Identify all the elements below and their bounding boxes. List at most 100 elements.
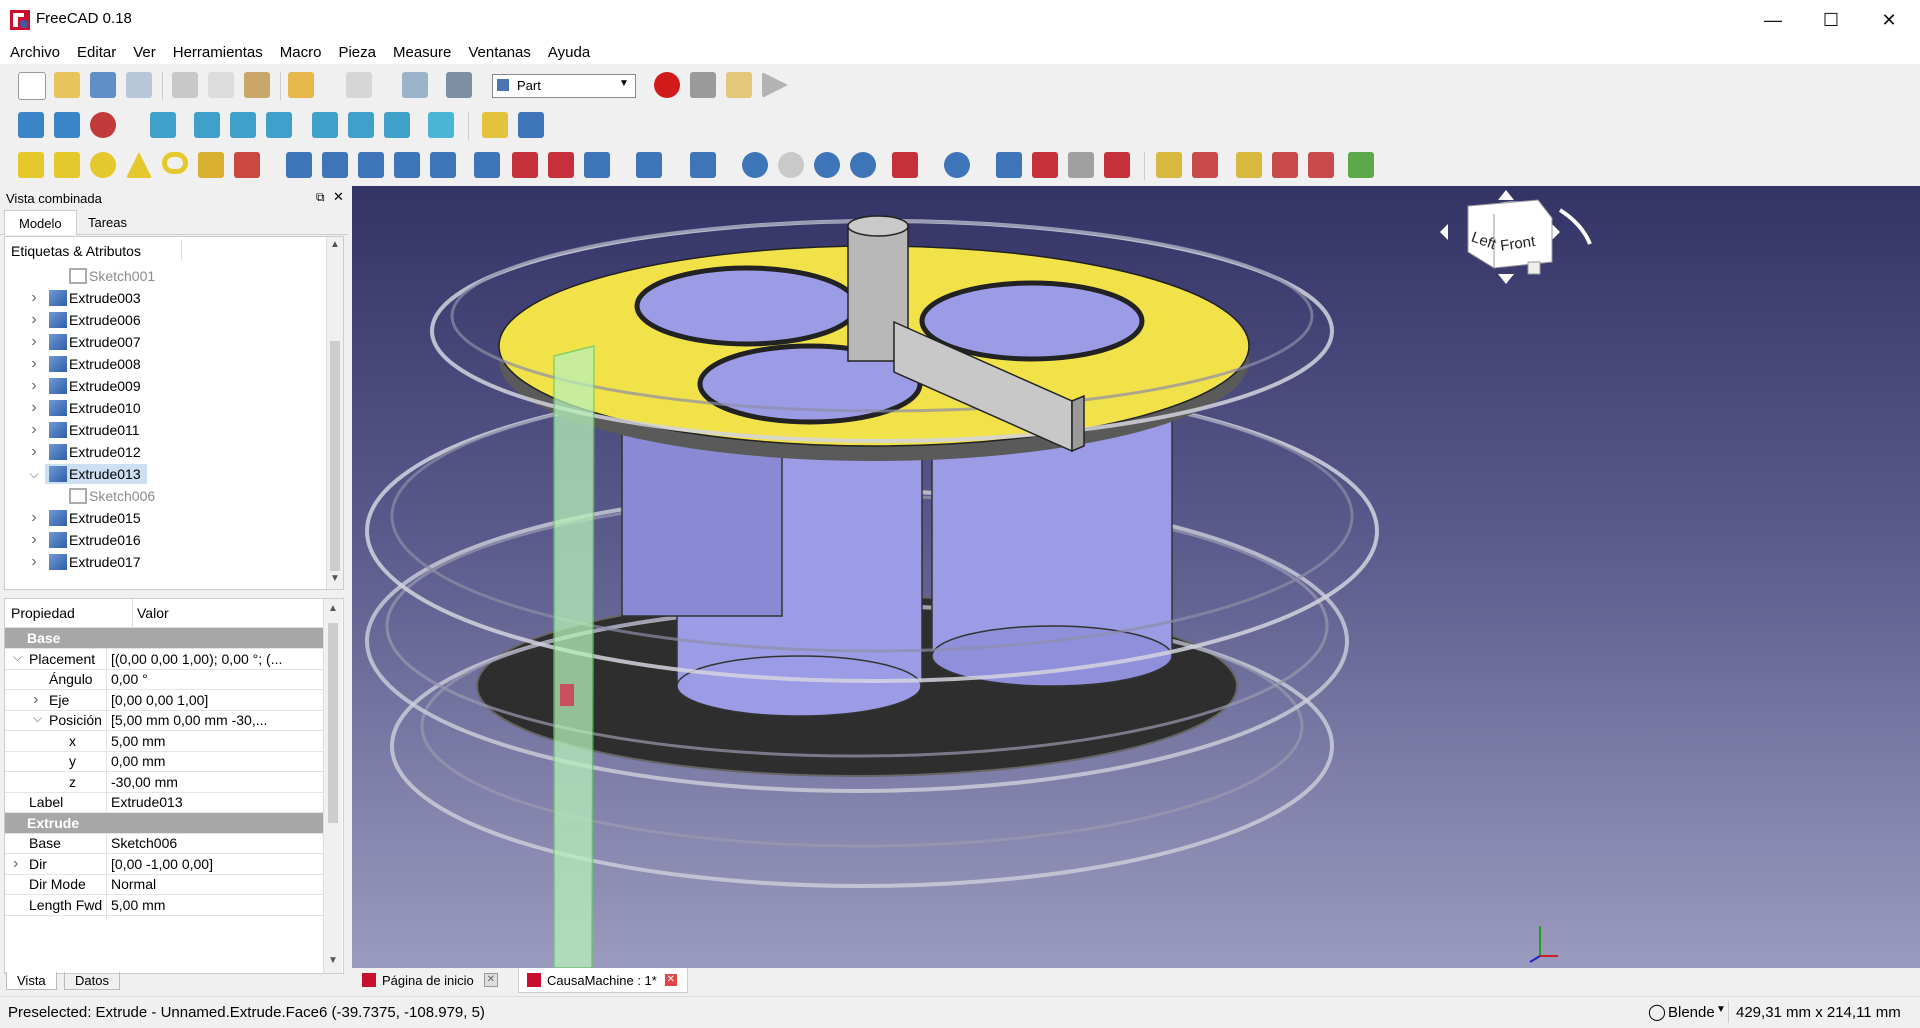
tree-item-extrude011[interactable]: › Extrude011: [5, 419, 325, 441]
record-macro-icon[interactable]: [654, 72, 680, 98]
extrude-icon[interactable]: [286, 152, 312, 178]
create-group-icon[interactable]: [518, 112, 544, 138]
common-icon[interactable]: [850, 152, 876, 178]
run-macro-icon[interactable]: [762, 72, 788, 98]
save-as-icon[interactable]: [126, 72, 152, 98]
property-row-dir-mode[interactable]: Dir Mode Normal: [5, 874, 323, 899]
undo-icon[interactable]: [288, 72, 314, 98]
tree-item-extrude016[interactable]: › Extrude016: [5, 529, 325, 551]
property-row-eje[interactable]: Eje › [0,00 0,00 1,00]: [5, 689, 323, 715]
property-scroll-thumb[interactable]: [328, 623, 338, 823]
menu-editar[interactable]: Editar: [67, 40, 123, 64]
join-features-icon[interactable]: [892, 152, 918, 178]
tree-item-extrude009[interactable]: › Extrude009: [5, 375, 325, 397]
split-icon[interactable]: [944, 152, 970, 178]
chevron-down-icon[interactable]: ⌵: [33, 711, 42, 726]
tree-item-extrude017[interactable]: › Extrude017: [5, 551, 325, 573]
cut-boolean-icon[interactable]: [778, 152, 804, 178]
nav-dropdown-icon[interactable]: ▼: [1716, 1004, 1726, 1015]
cylinder-icon[interactable]: [54, 152, 80, 178]
property-row-posición[interactable]: Posición ⌵ [5,00 mm 0,00 mm -30,...: [5, 710, 323, 735]
edit-macro-icon[interactable]: [726, 72, 752, 98]
chamfer-icon[interactable]: [430, 152, 456, 178]
property-row-ángulo[interactable]: Ángulo 0,00 °: [5, 669, 323, 694]
prop-scroll-up-icon[interactable]: ▲: [328, 603, 338, 614]
property-row-length-fwd[interactable]: Length Fwd 5,00 mm: [5, 894, 323, 920]
property-row-dir[interactable]: Dir › [0,00 -1,00 0,00]: [5, 853, 323, 879]
scroll-down-icon[interactable]: ▼: [330, 573, 340, 584]
fillet-icon[interactable]: [394, 152, 420, 178]
chevron-down-icon[interactable]: ⌵: [13, 650, 22, 665]
sweep-icon[interactable]: [584, 152, 610, 178]
redo-icon[interactable]: [346, 72, 372, 98]
tree-item-extrude007[interactable]: › Extrude007: [5, 331, 325, 353]
open-folder-icon[interactable]: [54, 72, 80, 98]
revolve-icon[interactable]: [322, 152, 348, 178]
section-icon[interactable]: [636, 152, 662, 178]
menu-archivo[interactable]: Archivo: [0, 40, 67, 64]
menu-ventanas[interactable]: Ventanas: [458, 40, 538, 64]
tree-item-extrude013[interactable]: ⌵ Extrude013: [5, 463, 325, 485]
tree-scrollbar[interactable]: ▲ ▼: [326, 237, 343, 589]
chevron-right-icon[interactable]: ›: [27, 355, 41, 373]
chevron-right-icon[interactable]: ›: [13, 855, 18, 873]
tree-item-extrude010[interactable]: › Extrude010: [5, 397, 325, 419]
property-row-x[interactable]: x 5,00 mm: [5, 730, 323, 756]
prop-scroll-down-icon[interactable]: ▼: [328, 955, 338, 966]
right-view-icon[interactable]: [266, 112, 292, 138]
tab-datos[interactable]: Datos: [64, 972, 120, 990]
chevron-right-icon[interactable]: ›: [27, 531, 41, 549]
chevron-right-icon[interactable]: ›: [27, 333, 41, 351]
paste-icon[interactable]: [244, 72, 270, 98]
tree-scroll-thumb[interactable]: [330, 341, 340, 571]
tree-item-extrude015[interactable]: › Extrude015: [5, 507, 325, 529]
chevron-right-icon[interactable]: ›: [27, 443, 41, 461]
isometric-view-icon[interactable]: [150, 112, 176, 138]
close-tab-icon[interactable]: ✕: [483, 973, 498, 987]
close-tab-icon[interactable]: ✕: [664, 974, 677, 986]
chevron-right-icon[interactable]: ›: [27, 421, 41, 439]
chevron-right-icon[interactable]: ›: [27, 553, 41, 571]
property-row-y[interactable]: y 0,00 mm: [5, 751, 323, 776]
fit-selection-icon[interactable]: [54, 112, 80, 138]
tab-modelo[interactable]: Modelo: [4, 210, 77, 235]
cube-icon[interactable]: [18, 152, 44, 178]
tab-vista[interactable]: Vista: [6, 972, 57, 990]
float-panel-icon[interactable]: ⧉: [316, 190, 325, 205]
tab-tareas[interactable]: Tareas: [74, 210, 141, 234]
new-document-icon[interactable]: [18, 72, 46, 100]
create-primitives-icon[interactable]: [198, 152, 224, 178]
tree-item-extrude008[interactable]: › Extrude008: [5, 353, 325, 375]
top-view-icon[interactable]: [230, 112, 256, 138]
chevron-right-icon[interactable]: ›: [27, 289, 41, 307]
sphere-icon[interactable]: [90, 152, 116, 178]
defeaturing-icon[interactable]: [1068, 152, 1094, 178]
copy-icon[interactable]: [208, 72, 234, 98]
property-row-z[interactable]: z -30,00 mm: [5, 771, 323, 797]
toggle-delta-icon[interactable]: [1348, 152, 1374, 178]
torus-icon[interactable]: [162, 152, 188, 174]
tree-item-extrude003[interactable]: › Extrude003: [5, 287, 325, 309]
chevron-right-icon[interactable]: ›: [33, 691, 38, 709]
tree-item-sketch001[interactable]: Sketch001: [5, 265, 325, 287]
save-icon[interactable]: [90, 72, 116, 98]
chevron-down-icon[interactable]: ⌵: [27, 467, 41, 482]
bottom-view-icon[interactable]: [348, 112, 374, 138]
workbench-selector[interactable]: Part ▼: [492, 74, 636, 98]
fuse-icon[interactable]: [814, 152, 840, 178]
measure-linear-icon[interactable]: [1156, 152, 1182, 178]
shape-builder-icon[interactable]: [234, 152, 260, 178]
menu-herramientas[interactable]: Herramientas: [163, 40, 270, 64]
menu-ver[interactable]: Ver: [123, 40, 163, 64]
minimize-button[interactable]: —: [1744, 0, 1802, 40]
navigation-style[interactable]: Blende: [1668, 1004, 1715, 1021]
menu-measure[interactable]: Measure: [383, 40, 458, 64]
menu-macro[interactable]: Macro: [270, 40, 329, 64]
fit-all-icon[interactable]: [18, 112, 44, 138]
whats-this-icon[interactable]: [446, 72, 472, 98]
left-view-icon[interactable]: [384, 112, 410, 138]
tree-item-sketch006[interactable]: Sketch006: [5, 485, 325, 507]
menu-pieza[interactable]: Pieza: [328, 40, 383, 64]
model-render[interactable]: Left Front: [352, 186, 1920, 968]
property-row-label[interactable]: Label Extrude013: [5, 792, 323, 817]
